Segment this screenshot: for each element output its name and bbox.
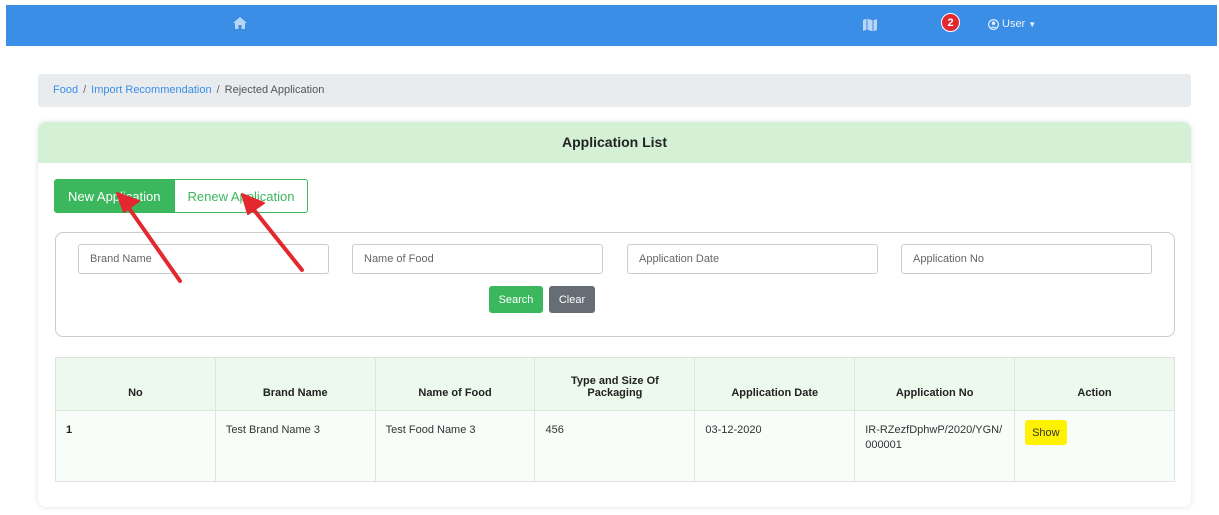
search-panel: Search Clear [55, 232, 1175, 337]
breadcrumb-food[interactable]: Food [53, 84, 78, 96]
application-no-input[interactable] [901, 244, 1152, 274]
map-icon[interactable] [862, 17, 878, 33]
cell-food-name: Test Food Name 3 [374, 410, 536, 482]
user-label: User [1002, 18, 1026, 30]
cell-no: 1 [55, 410, 216, 482]
notification-badge[interactable]: 2 [941, 13, 960, 32]
brand-name-input[interactable] [78, 244, 329, 274]
column-header: Name of Food [374, 357, 536, 411]
table-row: 1 Test Brand Name 3 Test Food Name 3 456… [55, 410, 1175, 482]
cell-application-no: IR-RZezfDphwP/2020/YGN/000001 [854, 410, 1016, 482]
column-header: Application Date [694, 357, 856, 411]
home-icon[interactable] [232, 15, 248, 31]
food-name-input[interactable] [352, 244, 603, 274]
user-circle-icon [988, 18, 999, 30]
column-header: Application No [854, 357, 1016, 411]
cell-application-date: 03-12-2020 [694, 410, 856, 482]
column-header: No [55, 357, 216, 411]
cell-action: Show [1014, 410, 1175, 482]
breadcrumb-current: Rejected Application [224, 84, 325, 96]
caret-down-icon: ▼ [1028, 19, 1037, 29]
application-table: No Brand Name Name of Food Type and Size… [55, 357, 1175, 482]
tab-new-application[interactable]: New Application [54, 179, 175, 213]
search-button[interactable]: Search [489, 286, 543, 313]
clear-button[interactable]: Clear [549, 286, 595, 313]
show-button[interactable]: Show [1025, 420, 1067, 445]
application-list-card: Application List New Application Renew A… [38, 122, 1191, 507]
card-title: Application List [38, 122, 1191, 163]
application-date-input[interactable] [627, 244, 878, 274]
application-tabs: New Application Renew Application [54, 179, 309, 213]
column-header: Type and Size Of Packaging [534, 357, 696, 411]
table-header-row: No Brand Name Name of Food Type and Size… [55, 357, 1175, 411]
column-header: Action [1014, 357, 1175, 411]
top-navbar: 2 User ▼ [6, 5, 1217, 46]
tab-renew-application[interactable]: Renew Application [174, 179, 309, 213]
cell-brand-name: Test Brand Name 3 [214, 410, 376, 482]
cell-packaging: 456 [534, 410, 696, 482]
column-header: Brand Name [214, 357, 376, 411]
breadcrumb-separator: / [216, 84, 220, 96]
user-menu[interactable]: User ▼ [988, 18, 1036, 30]
breadcrumb-separator: / [83, 84, 87, 96]
breadcrumb: Food / Import Recommendation / Rejected Appl… [38, 74, 1191, 107]
breadcrumb-import-recommendation[interactable]: Import Recommendation [91, 84, 211, 96]
